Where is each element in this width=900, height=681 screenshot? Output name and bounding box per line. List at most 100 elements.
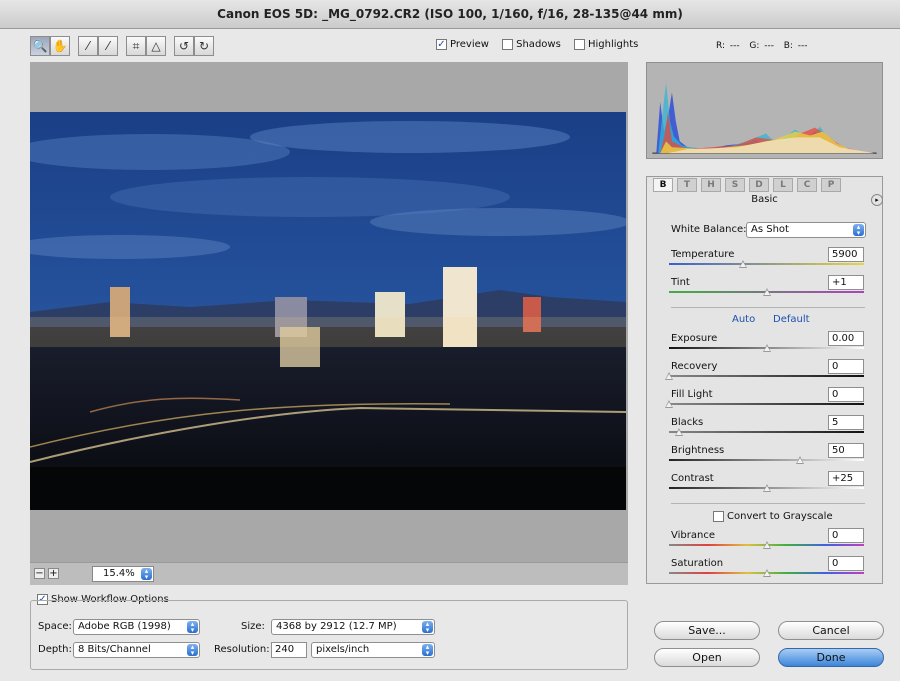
resolution-label: Resolution: — [214, 644, 270, 655]
size-value: 4368 by 2912 (12.7 MP) — [276, 621, 397, 632]
size-select[interactable]: 4368 by 2912 (12.7 MP) ▴ ▾ — [271, 619, 435, 635]
highlights-checkbox[interactable] — [573, 39, 585, 50]
contrast-value-field[interactable]: +25 — [828, 471, 864, 486]
temperature-label: Temperature — [671, 249, 735, 260]
color-sampler-tool-icon[interactable]: ⁄ — [98, 36, 118, 56]
size-label: Size: — [241, 621, 265, 632]
vibrance-slider-thumb[interactable] — [762, 541, 771, 549]
tab-d[interactable]: D — [749, 178, 769, 192]
highlights-label: Highlights — [587, 39, 639, 50]
temperature-slider-track[interactable] — [669, 263, 864, 265]
straighten-tool-icon[interactable]: △ — [146, 36, 166, 56]
blacks-slider-track[interactable] — [669, 431, 864, 433]
recovery-slider-thumb[interactable] — [665, 372, 673, 380]
exposure-label: Exposure — [671, 333, 718, 344]
vibrance-value-field[interactable]: 0 — [828, 528, 864, 543]
vibrance-label: Vibrance — [671, 530, 715, 541]
space-select[interactable]: Adobe RGB (1998) ▴ ▾ — [73, 619, 200, 635]
grayscale-option: Convert to Grayscale — [713, 511, 843, 523]
brightness-value-field[interactable]: 50 — [828, 443, 864, 458]
default-link[interactable]: Default — [773, 314, 810, 325]
fill-light-label: Fill Light — [671, 389, 713, 400]
preview-checkbox[interactable]: ✓ — [436, 39, 447, 50]
open-button[interactable]: Open — [654, 648, 760, 667]
depth-select-arrows-icon: ▴ ▾ — [187, 644, 198, 657]
depth-label: Depth: — [38, 644, 72, 655]
recovery-slider-track[interactable] — [669, 375, 864, 377]
zoom-in-button[interactable]: + — [48, 568, 59, 579]
crop-tool-icon[interactable]: ⌗ — [126, 36, 146, 56]
tab-s[interactable]: S — [725, 178, 745, 192]
brightness-slider-track[interactable] — [669, 459, 864, 461]
resolution-unit-value: pixels/inch — [316, 644, 370, 655]
white-balance-tool-icon[interactable]: ⁄ — [78, 36, 98, 56]
depth-select[interactable]: 8 Bits/Channel ▴ ▾ — [73, 642, 200, 658]
tab-b[interactable]: B — [653, 178, 673, 192]
saturation-value-field[interactable]: 0 — [828, 556, 864, 571]
panel-menu-icon[interactable]: ▸ — [871, 194, 883, 206]
exposure-slider-thumb[interactable] — [762, 344, 771, 352]
blacks-label: Blacks — [671, 417, 704, 428]
blacks-value-field[interactable]: 5 — [828, 415, 864, 430]
histogram — [646, 62, 883, 159]
fill-light-value-field[interactable]: 0 — [828, 387, 864, 402]
done-button[interactable]: Done — [778, 648, 884, 667]
brightness-slider-thumb[interactable] — [795, 456, 804, 464]
resolution-unit-select[interactable]: pixels/inch ▴ ▾ — [311, 642, 435, 658]
tab-l[interactable]: L — [773, 178, 793, 192]
zoom-bar: − + 15.4% ▴ ▾ — [30, 562, 628, 585]
resolution-field[interactable]: 240 — [271, 642, 307, 658]
fill-light-slider-thumb[interactable] — [665, 400, 673, 408]
contrast-label: Contrast — [671, 473, 714, 484]
adjustments-panel: BTHSDLCP Basic ▸ White Balance: As Shot … — [646, 176, 883, 584]
white-balance-value: As Shot — [751, 224, 789, 235]
separator — [671, 503, 865, 504]
space-select-arrows-icon: ▴ ▾ — [187, 621, 198, 634]
auto-link[interactable]: Auto — [732, 314, 755, 325]
space-label: Space: — [38, 621, 72, 632]
zoom-select-arrows-icon: ▴ ▾ — [141, 568, 152, 581]
shadows-checkbox[interactable] — [502, 39, 514, 50]
save-button[interactable]: Save... — [654, 621, 760, 640]
tab-h[interactable]: H — [701, 178, 721, 192]
cancel-button[interactable]: Cancel — [778, 621, 884, 640]
blue-readout: B: --- — [783, 41, 808, 51]
contrast-slider-thumb[interactable] — [762, 484, 771, 492]
grayscale-checkbox[interactable] — [713, 511, 724, 522]
fill-light-slider-track[interactable] — [669, 403, 864, 405]
recovery-label: Recovery — [671, 361, 718, 372]
saturation-label: Saturation — [671, 558, 724, 569]
workflow-options: Space: Adobe RGB (1998) ▴ ▾ Depth: 8 Bits… — [30, 600, 628, 670]
tint-slider-thumb[interactable] — [762, 288, 771, 296]
rotate-ccw-icon[interactable]: ↺ — [174, 36, 194, 56]
recovery-value-field[interactable]: 0 — [828, 359, 864, 374]
photo-preview[interactable] — [30, 112, 626, 510]
tab-t[interactable]: T — [677, 178, 697, 192]
white-balance-select[interactable]: As Shot ▴ ▾ — [746, 222, 866, 238]
tab-c[interactable]: C — [797, 178, 817, 192]
depth-value: 8 Bits/Channel — [78, 644, 151, 655]
shadows-label: Shadows — [516, 39, 561, 50]
space-value: Adobe RGB (1998) — [78, 621, 171, 632]
rgb-readout: R: --- G: --- B: --- — [716, 41, 808, 51]
exposure-value-field[interactable]: 0.00 — [828, 331, 864, 346]
hand-tool-icon[interactable]: ✋ — [50, 36, 70, 56]
tint-value-field[interactable]: +1 — [828, 275, 864, 290]
window-title: Canon EOS 5D: _MG_0792.CR2 (ISO 100, 1/1… — [0, 0, 900, 29]
tab-p[interactable]: P — [821, 178, 841, 192]
saturation-slider-thumb[interactable] — [762, 569, 771, 577]
green-readout: G: --- — [749, 41, 774, 51]
preview-options: ✓ Preview Shadows Highlights — [436, 39, 648, 55]
zoom-out-button[interactable]: − — [34, 568, 45, 579]
grayscale-label: Convert to Grayscale — [727, 511, 833, 522]
panel-title: Basic — [751, 194, 778, 205]
zoom-tool-icon[interactable]: 🔍 — [30, 36, 50, 56]
red-readout: R: --- — [716, 41, 740, 51]
zoom-select[interactable]: 15.4% ▴ ▾ — [92, 566, 154, 582]
temperature-value-field[interactable]: 5900 — [828, 247, 864, 262]
resolution-unit-select-arrows-icon: ▴ ▾ — [422, 644, 433, 657]
white-balance-select-arrows-icon: ▴ ▾ — [853, 224, 864, 237]
rotate-cw-icon[interactable]: ↻ — [194, 36, 214, 56]
temperature-slider-thumb[interactable] — [739, 260, 748, 268]
blacks-slider-thumb[interactable] — [674, 428, 683, 436]
